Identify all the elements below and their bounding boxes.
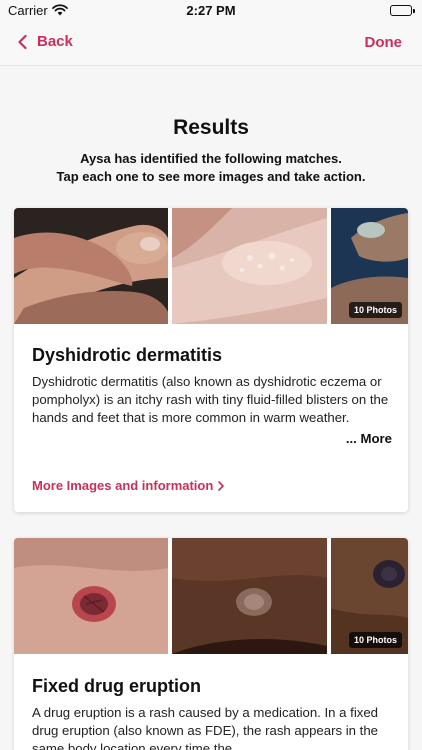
more-button[interactable]: ... More: [341, 430, 392, 448]
battery-icon: [390, 5, 415, 16]
condition-photo-3[interactable]: 10 Photos: [331, 208, 408, 324]
back-button[interactable]: Back: [18, 33, 73, 50]
condition-title[interactable]: Fixed drug eruption: [32, 676, 201, 697]
condition-card-dyshidrotic-dermatitis[interactable]: 10 Photos Dyshidrotic dermatitis Dyshidr…: [14, 208, 408, 512]
condition-description-text: Dyshidrotic dermatitis (also known as dy…: [32, 374, 389, 425]
condition-description: A drug eruption is a rash caused by a me…: [32, 705, 379, 750]
chevron-right-icon: [218, 480, 225, 491]
chevron-left-icon: [18, 34, 27, 49]
navigation-bar: Back Done: [0, 22, 422, 66]
photo-strip[interactable]: 10 Photos: [14, 538, 408, 654]
condition-photo-2[interactable]: [172, 208, 327, 324]
condition-photo-1[interactable]: [14, 538, 168, 654]
condition-description: Dyshidrotic dermatitis (also known as dy…: [32, 373, 392, 448]
more-images-label: More Images and information: [32, 478, 214, 493]
back-label: Back: [37, 33, 73, 50]
done-button[interactable]: Done: [365, 34, 403, 51]
results-subtitle: Aysa has identified the following matche…: [0, 150, 422, 186]
clock: 2:27 PM: [186, 3, 236, 18]
condition-card-fixed-drug-eruption[interactable]: 10 Photos Fixed drug eruption A drug eru…: [14, 538, 408, 750]
condition-photo-2[interactable]: [172, 538, 327, 654]
photo-count-badge: 10 Photos: [348, 632, 402, 648]
subtitle-line-2: Tap each one to see more images and take…: [56, 169, 366, 184]
subtitle-line-1: Aysa has identified the following matche…: [80, 151, 342, 166]
condition-title[interactable]: Dyshidrotic dermatitis: [32, 345, 222, 366]
more-images-link[interactable]: More Images and information: [32, 478, 225, 493]
photo-count-badge: 10 Photos: [348, 302, 402, 318]
status-bar: Carrier 2:27 PM: [0, 0, 422, 22]
page-title: Results: [173, 116, 249, 139]
photo-strip[interactable]: 10 Photos: [14, 208, 408, 324]
condition-photo-3[interactable]: 10 Photos: [331, 538, 408, 654]
condition-photo-1[interactable]: [14, 208, 168, 324]
